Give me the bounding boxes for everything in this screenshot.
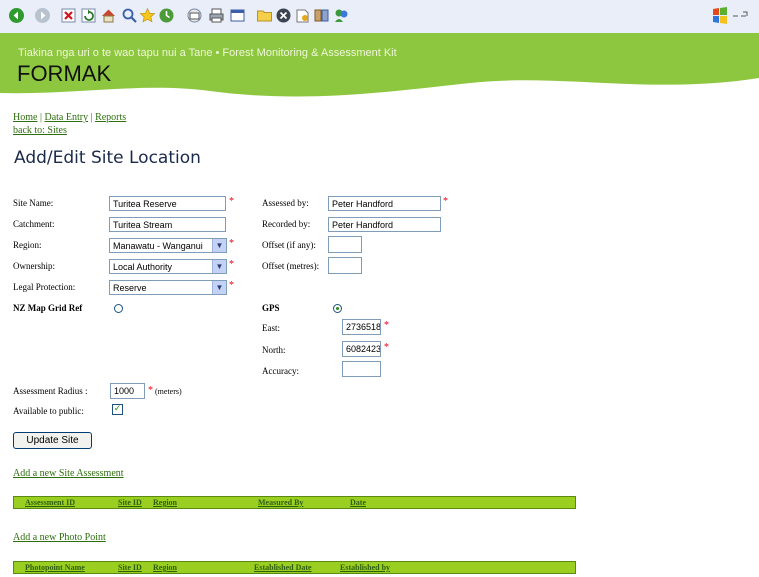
ownership-select[interactable]: Local Authority ▼	[109, 259, 227, 274]
refresh-icon[interactable]	[80, 7, 97, 24]
back-to-sites: back to: Sites	[13, 125, 67, 136]
required-mark: *	[229, 259, 234, 270]
assessed-by-label: Assessed by:	[262, 198, 309, 208]
column-header[interactable]: Region	[153, 498, 177, 507]
offset-metres-label: Offset (metres):	[262, 261, 320, 271]
messenger-icon[interactable]	[275, 7, 292, 24]
nav-separator: |	[90, 112, 93, 123]
column-header[interactable]: Date	[350, 498, 366, 507]
catchment-label: Catchment:	[13, 219, 55, 229]
region-label: Region:	[13, 240, 42, 250]
folder-icon[interactable]	[256, 7, 273, 24]
back-icon[interactable]	[8, 7, 25, 24]
chevron-down-icon[interactable]: ▼	[212, 239, 226, 252]
search-icon[interactable]	[121, 7, 138, 24]
gps-radio[interactable]	[333, 304, 342, 313]
east-input[interactable]: 2736518	[342, 319, 381, 335]
column-header[interactable]: Measured By	[258, 498, 303, 507]
column-header[interactable]: Region	[153, 563, 177, 572]
legal-protection-select[interactable]: Reserve ▼	[109, 280, 227, 295]
banner-wave	[0, 33, 759, 97]
breadcrumb: Home | Data Entry | Reports	[13, 112, 126, 123]
column-header[interactable]: Assessment ID	[25, 498, 75, 507]
recorded-by-label: Recorded by:	[262, 219, 311, 229]
history-icon[interactable]	[158, 7, 175, 24]
stop-icon[interactable]	[60, 7, 77, 24]
required-mark: *	[384, 320, 389, 331]
research-icon[interactable]	[313, 7, 330, 24]
north-input[interactable]: 6082423	[342, 341, 381, 357]
region-select-value: Manawatu - Wanganui	[113, 241, 203, 251]
gps-label: GPS	[262, 303, 280, 313]
required-mark: *	[229, 238, 234, 249]
site-name-label: Site Name:	[13, 198, 54, 208]
nav-home-link[interactable]: Home	[13, 112, 37, 123]
east-label: East:	[262, 323, 280, 333]
photo-points-table-header: Photopoint Name Site ID Region Establish…	[13, 561, 576, 574]
favorites-icon[interactable]	[139, 7, 156, 24]
chevron-down-icon[interactable]: ▼	[212, 260, 226, 273]
offset-any-input[interactable]	[328, 236, 362, 253]
assessed-by-input[interactable]: Peter Handford	[328, 196, 441, 211]
required-mark: *	[148, 385, 153, 396]
page-title: Add/Edit Site Location	[14, 148, 201, 168]
column-header[interactable]: Established by	[340, 563, 390, 572]
nz-map-grid-ref-label: NZ Map Grid Ref	[13, 303, 83, 313]
chevron-down-icon[interactable]: ▼	[212, 281, 226, 294]
column-header[interactable]: Site ID	[118, 563, 142, 572]
recorded-by-input[interactable]: Peter Handford	[328, 217, 441, 232]
site-banner	[0, 33, 759, 103]
available-to-public-label: Available to public:	[13, 406, 84, 416]
add-photo-point-link[interactable]: Add a new Photo Point	[13, 532, 106, 543]
nav-separator: |	[39, 112, 42, 123]
required-mark: *	[229, 280, 234, 291]
offset-any-label: Offset (if any):	[262, 240, 316, 250]
ownership-label: Ownership:	[13, 261, 55, 271]
required-mark: *	[229, 196, 234, 207]
ownership-select-value: Local Authority	[113, 262, 173, 272]
legal-protection-label: Legal Protection:	[13, 282, 76, 292]
mail-icon[interactable]	[186, 7, 203, 24]
region-select[interactable]: Manawatu - Wanganui ▼	[109, 238, 227, 253]
print-icon[interactable]	[208, 7, 225, 24]
nav-data-entry-link[interactable]: Data Entry	[44, 112, 88, 123]
forward-icon[interactable]	[34, 7, 51, 24]
legal-protection-select-value: Reserve	[113, 283, 147, 293]
site-name-input[interactable]: Turitea Reserve	[109, 196, 226, 211]
offset-metres-input[interactable]	[328, 257, 362, 274]
banner-tagline: Tiakina nga uri o te wao tapu nui a Tane…	[18, 47, 397, 59]
assessment-radius-input[interactable]: 1000	[110, 383, 145, 399]
nz-map-grid-ref-radio[interactable]	[114, 304, 123, 313]
windows-logo-icon	[711, 6, 751, 26]
assessment-radius-label: Assessment Radius :	[13, 386, 88, 396]
column-header[interactable]: Site ID	[118, 498, 142, 507]
browser-toolbar	[0, 0, 759, 34]
required-mark: *	[443, 196, 448, 207]
available-to-public-checkbox[interactable]: ✓	[112, 404, 123, 415]
msn-icon[interactable]	[333, 7, 350, 24]
catchment-input[interactable]: Turitea Stream	[109, 217, 226, 232]
nav-reports-link[interactable]: Reports	[95, 112, 126, 123]
column-header[interactable]: Established Date	[254, 563, 312, 572]
required-mark: *	[384, 342, 389, 353]
radius-unit-label: (meters)	[155, 387, 182, 396]
north-label: North:	[262, 345, 286, 355]
update-site-button[interactable]: Update Site	[13, 432, 92, 449]
back-to-sites-link[interactable]: back to: Sites	[13, 125, 67, 136]
accuracy-input[interactable]	[342, 361, 381, 377]
edit-icon[interactable]	[229, 7, 246, 24]
add-site-assessment-link[interactable]: Add a new Site Assessment	[13, 468, 124, 479]
discuss-icon[interactable]	[294, 7, 311, 24]
assessments-table-header: Assessment ID Site ID Region Measured By…	[13, 496, 576, 509]
accuracy-label: Accuracy:	[262, 366, 299, 376]
home-icon[interactable]	[100, 7, 117, 24]
brand-logo[interactable]: FORMAK	[17, 61, 111, 87]
column-header[interactable]: Photopoint Name	[25, 563, 85, 572]
